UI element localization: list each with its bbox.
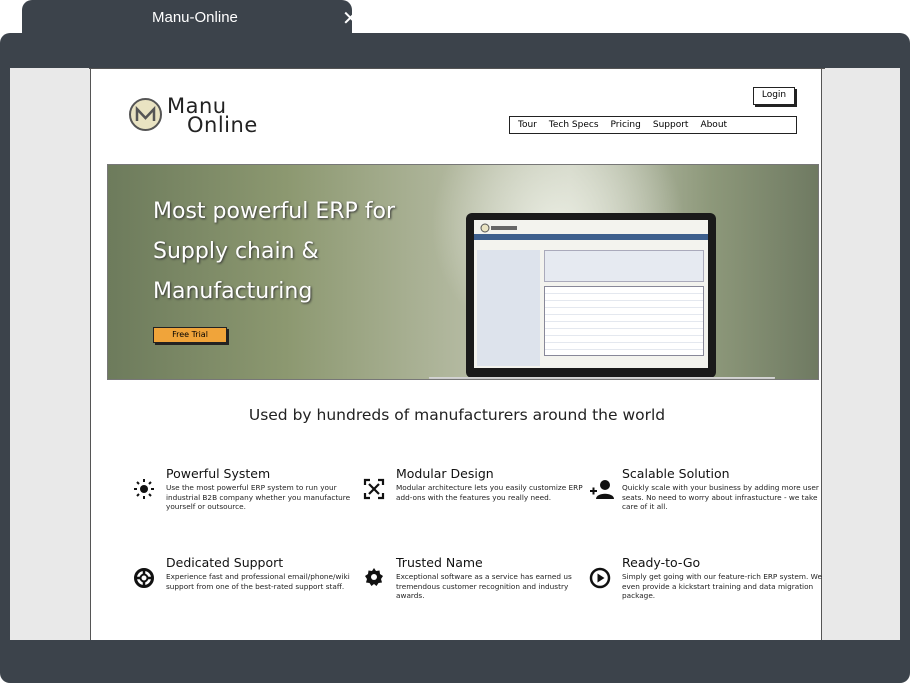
browser-tab[interactable]: Manu-Online ✕	[22, 0, 359, 40]
feature-title: Scalable Solution	[622, 466, 730, 481]
feature-title: Dedicated Support	[166, 555, 284, 570]
play-icon	[589, 567, 611, 589]
feature-scalable-solution: Scalable Solution Quickly scale with you…	[590, 466, 822, 512]
feature-title: Ready-to-Go	[622, 555, 701, 570]
feature-powerful-system: Powerful System Use the most powerful ER…	[134, 466, 366, 512]
feature-trusted-name: Trusted Name Exceptional software as a s…	[365, 555, 596, 601]
logo-text-line2: Online	[187, 113, 258, 137]
nav-support[interactable]: Support	[653, 120, 689, 130]
feature-title: Powerful System	[166, 466, 271, 481]
nav-about[interactable]: About	[700, 120, 727, 130]
feature-modular-design: Modular Design Modular architecture lets…	[363, 466, 596, 502]
tab-title: Manu-Online	[152, 9, 238, 26]
feature-desc: Quickly scale with your business by addi…	[622, 483, 819, 511]
feature-desc: Modular architecture lets you easily cus…	[396, 483, 583, 502]
tagline: Used by hundreds of manufacturers around…	[248, 406, 666, 424]
close-icon[interactable]: ✕	[342, 6, 359, 30]
main-nav: Tour Tech Specs Pricing Support About	[509, 116, 797, 134]
lifebuoy-icon	[133, 567, 155, 589]
award-icon	[363, 567, 385, 589]
page-canvas: Manu Online Login Tour Tech Specs Pricin…	[89, 68, 825, 640]
hero-banner: Most powerful ERP for Supply chain & Man…	[107, 164, 819, 380]
logo-emblem-icon	[129, 98, 162, 131]
feature-desc: Experience fast and professional email/p…	[166, 572, 350, 591]
laptop-logo-icon	[480, 223, 520, 233]
sun-icon	[133, 478, 155, 500]
login-button[interactable]: Login	[753, 87, 795, 105]
nav-tech-specs[interactable]: Tech Specs	[549, 120, 599, 130]
hero-headline-2: Supply chain &	[153, 239, 319, 264]
page-viewport: Manu Online Login Tour Tech Specs Pricin…	[10, 68, 900, 640]
feature-dedicated-support: Dedicated Support Experience fast and pr…	[134, 555, 366, 591]
feature-ready-to-go: Ready-to-Go Simply get going with our fe…	[589, 555, 822, 601]
feature-desc: Simply get going with our feature-rich E…	[622, 572, 822, 600]
browser-window: Manu-Online ✕ Manu Online Login Tour Tec…	[0, 0, 910, 683]
feature-desc: Exceptional software as a service has ea…	[396, 572, 572, 600]
modular-icon	[363, 478, 385, 500]
hero-headline-1: Most powerful ERP for	[153, 199, 396, 224]
feature-title: Modular Design	[396, 466, 494, 481]
add-user-icon	[589, 478, 614, 500]
feature-title: Trusted Name	[396, 555, 483, 570]
free-trial-button[interactable]: Free Trial	[153, 327, 227, 343]
logo[interactable]: Manu Online	[129, 94, 269, 138]
nav-tour[interactable]: Tour	[518, 120, 537, 130]
feature-desc: Use the most powerful ERP system to run …	[166, 483, 351, 511]
nav-pricing[interactable]: Pricing	[611, 120, 641, 130]
laptop-screenshot-image	[429, 213, 775, 379]
hero-headline-3: Manufacturing	[153, 279, 313, 304]
